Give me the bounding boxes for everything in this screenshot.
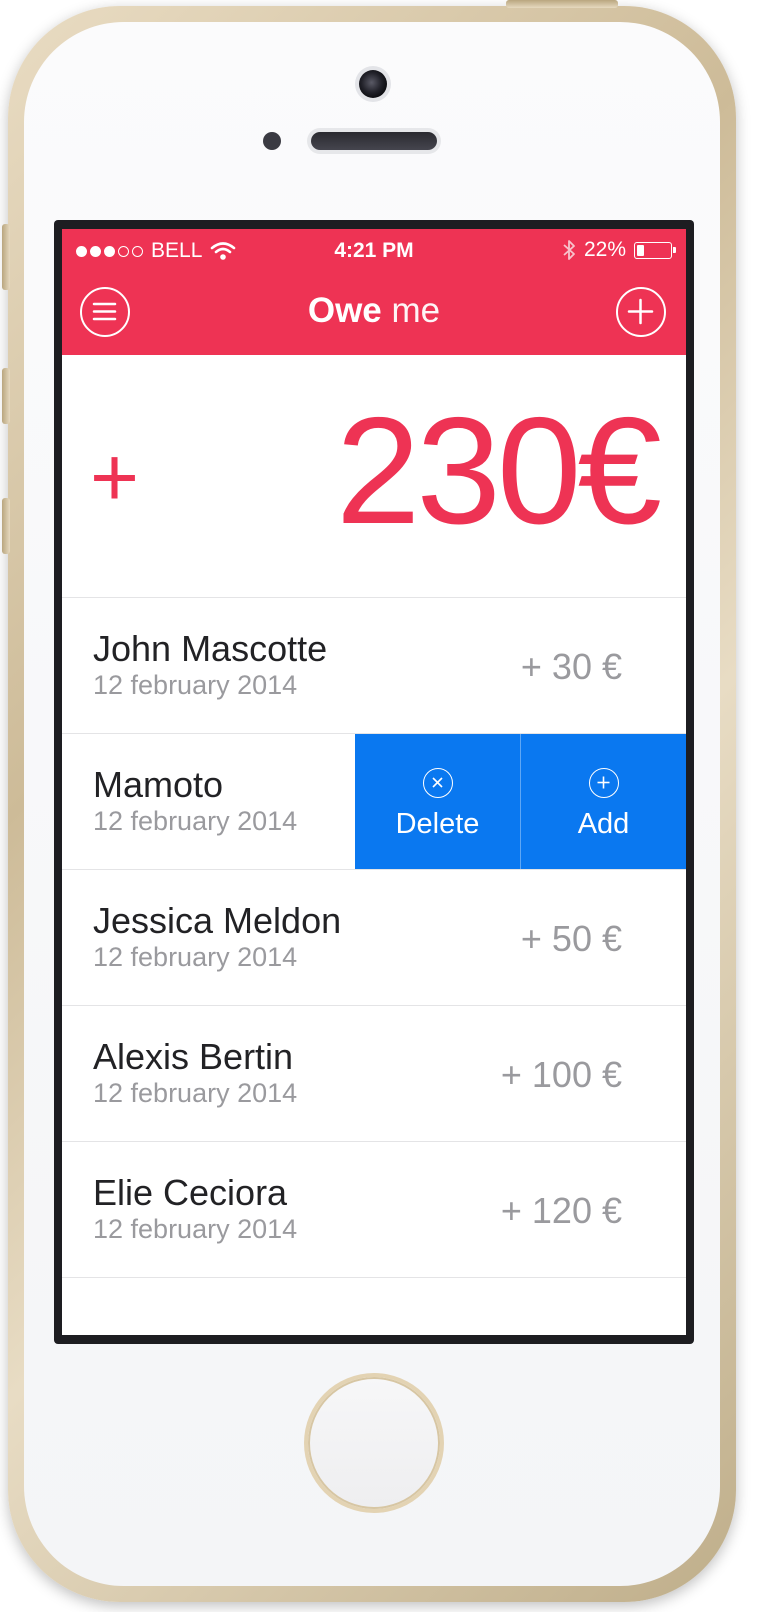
swipe-actions: Delete Add [355, 734, 686, 869]
delete-button[interactable]: Delete [355, 734, 520, 869]
person-name: Alexis Bertin [93, 1036, 294, 1077]
power-button [506, 0, 618, 8]
person-name: Elie Ceciora [93, 1172, 288, 1213]
person-name: John Mascotte [93, 628, 328, 669]
app-header: BELL 4:21 PM 22% Owe me [62, 229, 686, 355]
entry-amount: + 30 € [520, 646, 622, 687]
total-amount: 230€ [335, 386, 662, 556]
mute-switch [2, 224, 10, 290]
app-screen: BELL 4:21 PM 22% Owe me + 230€ John Masc… [62, 229, 686, 1335]
list-item[interactable]: Mamoto 12 february 2014 Delete Add [62, 734, 686, 870]
entry-date: 12 february 2014 [93, 1078, 298, 1108]
add-debt-button[interactable] [616, 287, 666, 337]
entry-date: 12 february 2014 [93, 806, 298, 836]
home-button[interactable] [308, 1377, 440, 1509]
entry-date: 12 february 2014 [93, 670, 298, 700]
volume-down-button [2, 498, 10, 554]
battery-icon [634, 241, 676, 259]
plus-circle-icon [588, 768, 619, 798]
close-circle-icon [422, 768, 453, 798]
entry-amount: + 120 € [500, 1190, 622, 1231]
entry-amount: + 50 € [520, 918, 622, 959]
entry-amount: + 100 € [500, 1054, 622, 1095]
title-strong: Owe [307, 291, 382, 330]
status-bar: BELL 4:21 PM 22% [62, 229, 686, 273]
battery-percent: 22% [583, 238, 626, 261]
entry-date: 12 february 2014 [93, 1214, 298, 1244]
front-camera [359, 70, 387, 98]
add-button[interactable]: Add [520, 734, 686, 869]
list-item[interactable]: Alexis Bertin 12 february 2014 + 100 € [62, 1006, 686, 1142]
list-item[interactable]: Jessica Meldon 12 february 2014 + 50 € [62, 870, 686, 1006]
bluetooth-icon [563, 240, 575, 260]
entry-date: 12 february 2014 [93, 942, 298, 972]
earpiece-speaker [311, 132, 437, 150]
proximity-sensor [263, 132, 281, 150]
page-title: Owe me [62, 291, 686, 331]
person-name: Jessica Meldon [93, 900, 342, 941]
plus-icon [627, 298, 654, 325]
list-item[interactable]: John Mascotte 12 february 2014 + 30 € [62, 598, 686, 734]
list-item[interactable]: Elie Ceciora 12 february 2014 + 120 € [62, 1142, 686, 1278]
debt-list: John Mascotte 12 february 2014 + 30 € Ma… [62, 598, 686, 1278]
delete-label: Delete [395, 808, 480, 840]
total-sign: + [90, 430, 140, 524]
total-balance: + 230€ [62, 355, 686, 598]
add-label: Add [577, 808, 630, 840]
person-name: Mamoto [93, 764, 224, 805]
volume-up-button [2, 368, 10, 424]
title-light: me [391, 291, 441, 330]
